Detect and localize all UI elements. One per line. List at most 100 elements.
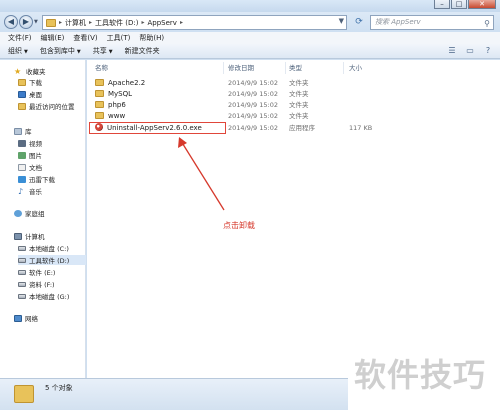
network-icon (14, 314, 22, 322)
sidebar-item-label: 最近访问的位置 (29, 103, 75, 111)
menu-view[interactable]: 查看(V) (73, 33, 97, 43)
refresh-icon[interactable]: ⟳ (350, 15, 368, 30)
sidebar-item-label: 音乐 (29, 188, 42, 196)
column-header-name[interactable]: 名称 (95, 62, 108, 74)
sidebar-item-label: 网络 (25, 315, 38, 323)
preview-pane-icon[interactable]: ▭ (464, 46, 476, 56)
drive-icon (18, 293, 26, 299)
folder-icon (95, 90, 104, 97)
chevron-down-icon: ▼ (24, 49, 28, 55)
star-icon: ★ (14, 66, 22, 76)
sidebar-item-label: 本地磁盘 (C:) (29, 245, 69, 253)
include-in-library-label: 包含到库中 (39, 47, 75, 55)
annotation-arrow (178, 137, 225, 211)
file-type: 文件夹 (289, 90, 309, 98)
document-icon (18, 163, 26, 171)
help-icon[interactable]: ? (482, 46, 494, 56)
sidebar-item-label: 下载 (29, 79, 42, 87)
search-icon[interactable]: ⚲ (484, 17, 490, 30)
file-list: 名称 修改日期 类型 大小 Apache2.2 2014/9/9 15:02 文… (87, 60, 500, 378)
organize-button[interactable]: 组织 ▼ (8, 46, 28, 56)
share-button[interactable]: 共享 ▼ (93, 46, 113, 56)
column-divider[interactable] (285, 62, 286, 74)
file-row[interactable]: MySQL 2014/9/9 15:02 文件夹 (87, 89, 500, 99)
file-name: www (108, 112, 126, 120)
breadcrumb-separator: ▸ (89, 19, 93, 26)
video-icon (18, 139, 26, 147)
breadcrumb-separator: ▸ (179, 19, 183, 26)
breadcrumb-separator: ▸ (59, 19, 63, 26)
chevron-down-icon: ▼ (76, 49, 81, 55)
chevron-down-icon: ▼ (108, 49, 113, 55)
sidebar-item-label: 计算机 (25, 233, 45, 241)
menu-edit[interactable]: 编辑(E) (41, 33, 65, 43)
file-date: 2014/9/9 15:02 (228, 90, 278, 98)
item-count: 5 个对象 (45, 384, 73, 392)
folder-icon (95, 112, 104, 119)
homegroup-icon (14, 209, 22, 217)
music-note-icon: ♪ (18, 186, 24, 196)
command-bar: 组织 ▼ 包含到库中 ▼ 共享 ▼ 新建文件夹 ☰ ▭ ? (0, 44, 500, 59)
sidebar-item-label: 图片 (29, 152, 42, 160)
breadcrumb-drive-d[interactable]: 工具软件 (D:) (95, 18, 138, 28)
sidebar-item-label: 文档 (29, 164, 42, 172)
file-type: 应用程序 (289, 124, 315, 132)
address-dropdown-icon[interactable]: ▼ (339, 17, 344, 25)
view-controls: ☰ ▭ ? (440, 46, 494, 56)
sidebar-item-label: 家庭组 (25, 210, 45, 218)
column-divider[interactable] (343, 62, 344, 74)
recent-pages-chevron-icon[interactable]: ▼ (34, 19, 38, 25)
sidebar-item-label: 迅雷下载 (29, 176, 55, 184)
sidebar-item-label: 桌面 (29, 91, 42, 99)
file-type: 文件夹 (289, 101, 309, 109)
new-folder-button[interactable]: 新建文件夹 (125, 46, 160, 56)
column-header-date[interactable]: 修改日期 (228, 62, 254, 74)
address-bar[interactable]: ▸ 计算机 ▸ 工具软件 (D:) ▸ AppServ ▸ ▼ (42, 15, 347, 30)
close-button[interactable]: ✕ (468, 0, 496, 9)
file-row[interactable]: www 2014/9/9 15:02 文件夹 (87, 111, 500, 121)
sidebar-item-label: 视频 (29, 140, 42, 148)
downloads-folder-icon (18, 78, 26, 86)
file-size: 117 KB (349, 124, 373, 132)
computer-icon (14, 232, 22, 240)
share-label: 共享 (92, 47, 107, 55)
drive-icon (18, 269, 26, 275)
sidebar-item-label: 收藏夹 (26, 68, 46, 76)
annotation-label: 点击卸载 (223, 221, 255, 230)
library-icon (14, 127, 22, 135)
folder-icon (95, 79, 104, 86)
picture-icon (18, 151, 26, 159)
search-input[interactable]: 搜索 AppServ ⚲ (370, 15, 494, 30)
file-row[interactable]: php6 2014/9/9 15:02 文件夹 (87, 100, 500, 110)
file-date: 2014/9/9 15:02 (228, 124, 278, 132)
title-bar: – □ ✕ (0, 0, 500, 12)
highlight-box (89, 122, 226, 134)
column-header-type[interactable]: 类型 (289, 62, 302, 74)
menu-file[interactable]: 文件(F) (8, 33, 32, 43)
back-button[interactable]: ◀ (4, 15, 18, 29)
window-controls: – □ ✕ (433, 0, 496, 9)
drive-icon (18, 281, 26, 287)
organize-label: 组织 (8, 47, 22, 55)
breadcrumb-computer[interactable]: 计算机 (65, 18, 86, 28)
file-date: 2014/9/9 15:02 (228, 101, 278, 109)
download-icon (18, 175, 26, 183)
menu-tools[interactable]: 工具(T) (107, 33, 131, 43)
folder-icon (95, 101, 104, 108)
minimize-button[interactable]: – (434, 0, 450, 9)
column-header-size[interactable]: 大小 (349, 62, 362, 74)
file-name: Apache2.2 (108, 79, 146, 87)
breadcrumb-separator: ▸ (141, 19, 145, 26)
file-date: 2014/9/9 15:02 (228, 112, 278, 120)
sidebar-item-label: 软件 (E:) (29, 269, 56, 277)
watermark: 软件技巧 (348, 338, 500, 410)
view-options-icon[interactable]: ☰ (446, 46, 458, 56)
file-row[interactable]: Apache2.2 2014/9/9 15:02 文件夹 (87, 78, 500, 88)
sidebar-item-drive-d[interactable]: 工具软件 (D:) (18, 255, 86, 265)
menu-help[interactable]: 帮助(H) (139, 33, 164, 43)
include-in-library-button[interactable]: 包含到库中 ▼ (40, 46, 81, 56)
breadcrumb-appserv[interactable]: AppServ (147, 19, 176, 27)
column-divider[interactable] (223, 62, 224, 74)
forward-button[interactable]: ▶ (19, 15, 33, 29)
maximize-button[interactable]: □ (451, 0, 467, 9)
